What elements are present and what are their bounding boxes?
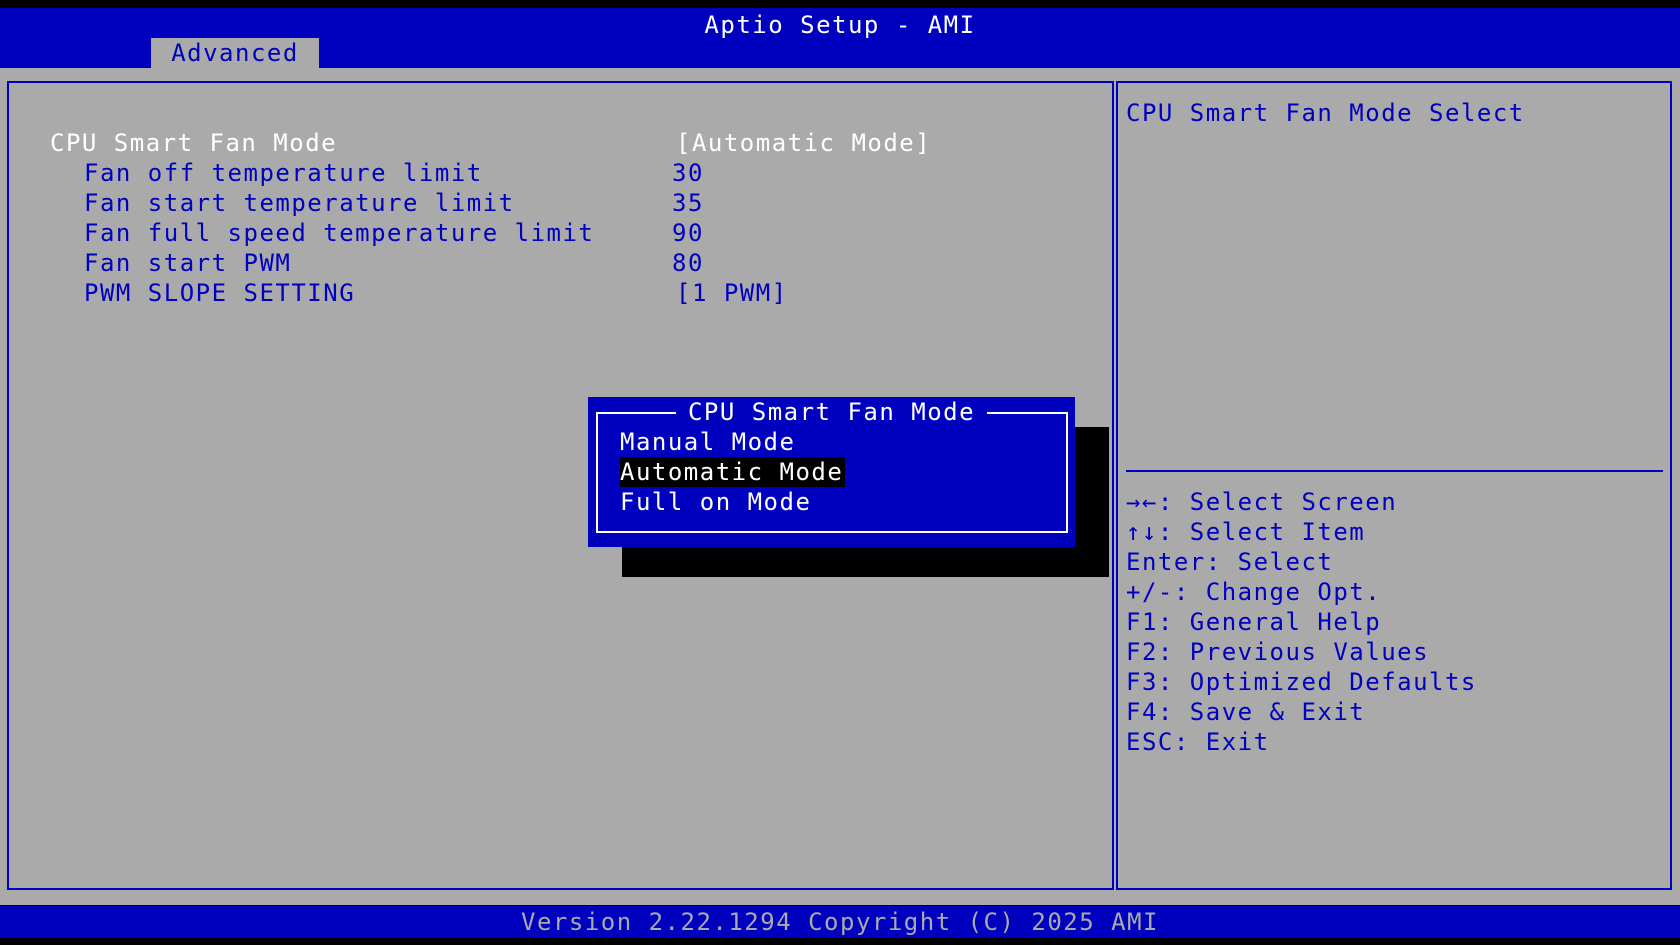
setting-label-cpu-smart-fan-mode[interactable]: CPU Smart Fan Mode bbox=[50, 128, 337, 158]
setting-value-cpu-smart-fan-mode[interactable]: [Automatic Mode] bbox=[676, 128, 931, 158]
help-key-f2: F2: Previous Values bbox=[1126, 638, 1430, 666]
setting-value-fan-start-pwm[interactable]: 80 bbox=[672, 248, 704, 278]
help-key-select-item: ↑↓: Select Item bbox=[1126, 518, 1366, 546]
help-key-f4: F4: Save & Exit bbox=[1126, 698, 1366, 726]
popup-title-text: CPU Smart Fan Mode bbox=[675, 398, 988, 426]
setting-value-fan-start-temp[interactable]: 35 bbox=[672, 188, 704, 218]
setting-value-fan-off-temp[interactable]: 30 bbox=[672, 158, 704, 188]
footer-version: Version 2.22.1294 Copyright (C) 2025 AMI bbox=[0, 906, 1680, 938]
tab-advanced[interactable]: Advanced bbox=[151, 38, 319, 68]
setting-value-pwm-slope[interactable]: [1 PWM] bbox=[676, 278, 788, 308]
popup-option-automatic-mode[interactable]: Automatic Mode bbox=[620, 457, 846, 487]
popup-option-manual-mode[interactable]: Manual Mode bbox=[620, 427, 795, 457]
setting-label-fan-start-temp[interactable]: Fan start temperature limit bbox=[84, 188, 515, 218]
setting-label-fan-full-speed-temp[interactable]: Fan full speed temperature limit bbox=[84, 218, 594, 248]
setting-value-fan-full-speed-temp[interactable]: 90 bbox=[672, 218, 704, 248]
help-divider bbox=[1126, 470, 1663, 472]
help-description: CPU Smart Fan Mode Select bbox=[1126, 99, 1525, 127]
setting-label-fan-start-pwm[interactable]: Fan start PWM bbox=[84, 248, 291, 278]
help-key-f1: F1: General Help bbox=[1126, 608, 1382, 636]
help-key-enter: Enter: Select bbox=[1126, 548, 1334, 576]
setting-label-fan-off-temp[interactable]: Fan off temperature limit bbox=[84, 158, 483, 188]
help-key-esc: ESC: Exit bbox=[1126, 728, 1270, 756]
help-key-f3: F3: Optimized Defaults bbox=[1126, 668, 1477, 696]
popup-option-full-on-mode[interactable]: Full on Mode bbox=[620, 487, 811, 517]
app-title: Aptio Setup - AMI bbox=[704, 11, 976, 39]
popup-title: CPU Smart Fan Mode bbox=[588, 397, 1075, 427]
help-key-select-screen: →←: Select Screen bbox=[1126, 488, 1398, 516]
help-key-change-opt: +/-: Change Opt. bbox=[1126, 578, 1382, 606]
setting-label-pwm-slope[interactable]: PWM SLOPE SETTING bbox=[84, 278, 355, 308]
help-panel bbox=[1116, 81, 1672, 890]
